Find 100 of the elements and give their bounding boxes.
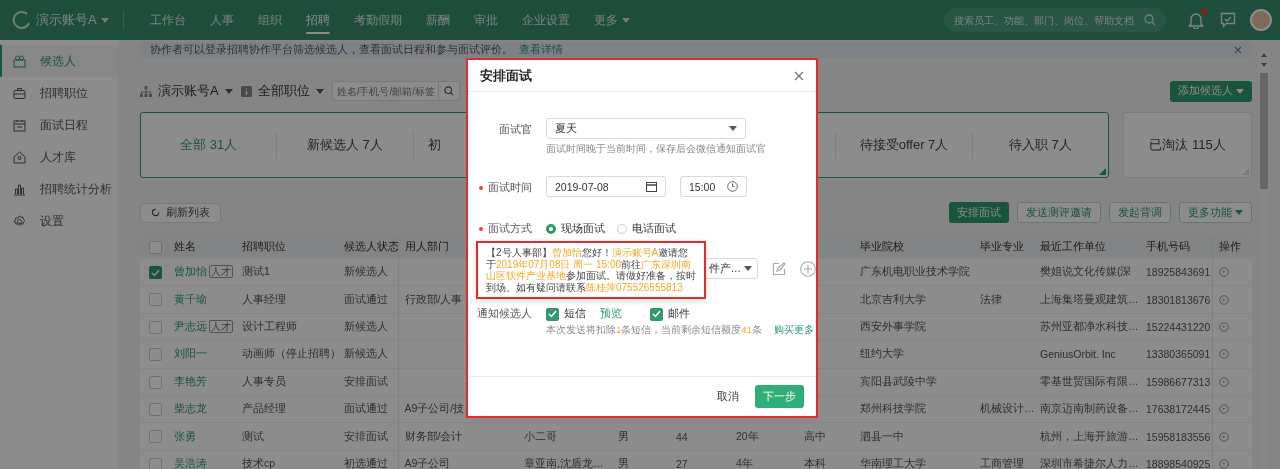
stage-tab[interactable]: 待入职 7人 xyxy=(1008,136,1072,154)
table-cell: 17638172445 xyxy=(1146,403,1211,416)
candidate-name-link[interactable]: 刘阳一 xyxy=(174,347,207,360)
time-field[interactable]: 15:00 xyxy=(680,176,747,197)
table-cell: 27 xyxy=(676,457,688,469)
stage-tab[interactable]: 待接受offer 7人 xyxy=(859,136,949,154)
table-cell: 13380365091 xyxy=(1146,348,1211,361)
table-cell: 郑州科技学院 xyxy=(860,402,926,415)
candidate-name-link[interactable]: 尹志远 xyxy=(174,319,207,332)
account-switcher[interactable]: 演示账号A xyxy=(36,11,124,29)
table-cell: 男 xyxy=(618,456,629,469)
action-button[interactable]: 更多功能 xyxy=(1179,202,1252,223)
table-cell: 华南理工大学 xyxy=(860,456,926,469)
organization-dropdown[interactable]: 演示账号A xyxy=(140,82,233,100)
nav-tab[interactable]: 考勤假期 xyxy=(341,0,414,40)
candidate-name-link[interactable]: 柴志龙 xyxy=(174,402,207,415)
column-header: 候选人状态 xyxy=(344,240,398,252)
table-cell: 南京迈南制药设备… xyxy=(1040,402,1139,415)
nav-tab[interactable]: 人事 xyxy=(197,0,246,40)
table-cell: 行政部/人事 xyxy=(404,292,463,305)
table-cell: 设计工程师 xyxy=(242,319,297,332)
candidate-name-link[interactable]: 黄千瑜 xyxy=(174,292,207,305)
column-header: 招聘职位 xyxy=(242,240,286,252)
table-cell: 测试1 xyxy=(242,265,270,278)
sms-checkbox[interactable]: 短信 xyxy=(546,307,586,321)
preview-link[interactable]: 预览 xyxy=(600,307,622,321)
nav-tab[interactable]: 审批 xyxy=(461,0,510,40)
cancel-button[interactable]: 取消 xyxy=(717,389,739,404)
table-cell: 18301813676 xyxy=(1146,293,1211,306)
field-label: 面试官 xyxy=(498,122,532,137)
table-cell: 44 xyxy=(676,430,688,443)
table-cell: 18898540925 xyxy=(1146,457,1211,469)
email-checkbox[interactable]: 邮件 xyxy=(650,307,690,321)
hint-text: 面试时间晚于当前时间，保存后会微信通知面试官 xyxy=(546,143,766,156)
column-header: 操作 xyxy=(1218,240,1241,252)
table-cell: 产品经理 xyxy=(242,402,286,415)
table-cell: 面试通过 xyxy=(344,292,388,305)
buy-more-link[interactable]: 购买更多 xyxy=(773,323,814,337)
table-cell: 北京吉利大学 xyxy=(860,292,926,305)
table-cell: 上海集塔曼观建筑… xyxy=(1040,292,1139,305)
table-cell: 测试 xyxy=(242,429,264,442)
table-cell: 面试通过 xyxy=(344,402,388,415)
candidate-name-link[interactable]: 吴浩涛 xyxy=(174,456,207,469)
details-link[interactable]: 查看详情 xyxy=(519,43,563,57)
table-cell: 新候选人 xyxy=(344,347,388,360)
candidate-name-link[interactable]: 李艳芳 xyxy=(174,374,207,387)
refresh-button[interactable]: 刷新列表 xyxy=(140,202,221,223)
notice-text: 协作者可以登录招聘协作平台筛选候选人，查看面试日程和参与面试评价。 xyxy=(150,43,513,57)
nav-tab[interactable]: 组织 xyxy=(245,0,294,40)
stage-tab[interactable]: 新候选人 7人 xyxy=(307,136,383,154)
table-cell: 苏州亚都净水科技… xyxy=(1040,319,1139,332)
position-dropdown[interactable]: 全部职位 xyxy=(240,82,324,100)
table-cell: 人事经理 xyxy=(242,292,286,305)
table-cell: 机械设计… xyxy=(980,402,1034,415)
candidate-name-link[interactable]: 张勇 xyxy=(174,429,196,442)
candidate-search-field[interactable]: 姓名/手机号/邮箱/标签 xyxy=(331,81,460,101)
action-button[interactable]: 发起背调 xyxy=(1109,202,1171,223)
action-button[interactable]: 发送测评邀请 xyxy=(1017,202,1101,223)
table-cell: 18925843691 xyxy=(1146,266,1211,279)
date-field[interactable]: 2019-07-08 xyxy=(546,176,666,197)
stage-tab[interactable]: 初 xyxy=(427,136,441,154)
table-cell: 人事专员 xyxy=(242,374,286,387)
stage-tab[interactable]: 全部 31人 xyxy=(180,136,238,154)
interviewer-select[interactable]: 夏天 xyxy=(546,118,746,139)
nav-tab[interactable]: 更多 xyxy=(581,0,642,40)
table-cell: 20年 xyxy=(736,429,759,442)
table-cell: 财务部/会计 xyxy=(404,429,463,442)
next-step-button[interactable]: 下一步 xyxy=(755,385,804,408)
sidebar-item[interactable]: 招聘职位 xyxy=(0,77,118,109)
field-label: 通知候选人 xyxy=(476,307,532,321)
table-cell: 小二哥 xyxy=(524,429,557,442)
nav-tab[interactable]: 工作台 xyxy=(137,0,198,40)
table-cell: 法律 xyxy=(980,292,1002,305)
table-cell: 深圳市希捷尔人力… xyxy=(1040,456,1139,469)
sidebar-item[interactable]: 招聘统计分析 xyxy=(0,173,118,205)
stage-tab[interactable]: 已淘汰 115人 xyxy=(1149,136,1226,154)
add-candidate-button[interactable]: 添加候选人 xyxy=(1170,80,1252,102)
sidebar-item[interactable]: 面试日程 xyxy=(0,109,118,141)
table-cell: 泗县一中 xyxy=(860,429,904,442)
column-header: 用人部门 xyxy=(404,240,449,252)
search-field[interactable]: 搜索员工、功能、部门、岗位、帮助文档 xyxy=(944,8,1166,32)
sidebar-item[interactable]: 候选人 xyxy=(0,45,118,77)
candidate-name-link[interactable]: 曾加怡 xyxy=(174,265,207,278)
column-header: 最近工作单位 xyxy=(1040,240,1106,252)
nav-tab[interactable]: 企业设置 xyxy=(509,0,582,40)
nav-tab[interactable]: 招聘 xyxy=(293,0,342,40)
sms-quota-text: 本次发送将扣除1条短信，当前剩余短信额度41条 xyxy=(546,323,762,337)
table-cell: 技术cp xyxy=(242,456,276,469)
action-button[interactable]: 安排面试 xyxy=(949,202,1009,223)
field-label: 面试方式 xyxy=(468,222,532,236)
table-cell: 广东机电职业技术学院 xyxy=(860,265,970,278)
radio-option[interactable]: 电话面试 xyxy=(617,222,676,236)
table-cell: 安排面试 xyxy=(344,429,388,442)
nav-tab[interactable]: 薪酬 xyxy=(413,0,462,40)
sidebar-item[interactable]: 设置 xyxy=(0,205,118,237)
radio-option[interactable]: 现场面试 xyxy=(546,222,605,236)
table-cell: 本科 xyxy=(804,456,826,469)
sidebar-item[interactable]: 人才库 xyxy=(0,141,118,173)
talent-tag: 人才 xyxy=(209,319,233,333)
table-cell: 安排面试 xyxy=(344,374,388,387)
